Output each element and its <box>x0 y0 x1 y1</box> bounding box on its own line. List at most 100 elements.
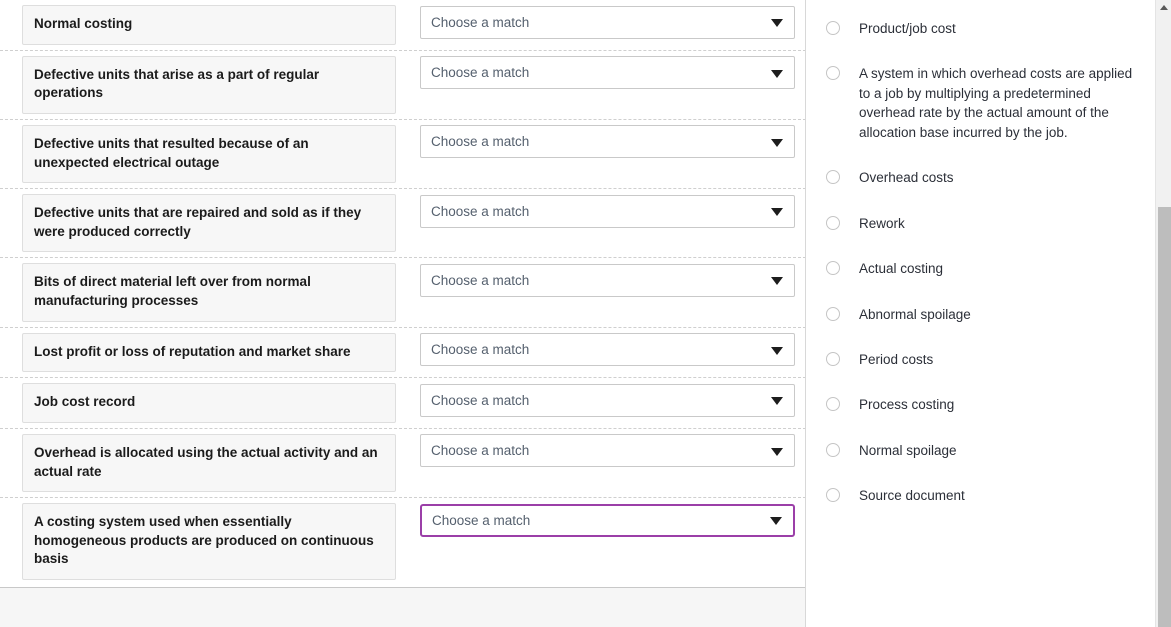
match-select-label: Choose a match <box>431 203 530 219</box>
prompt-text: Normal costing <box>22 5 396 45</box>
prompt-cell: A costing system used when essentially h… <box>0 498 418 585</box>
match-select-cell: Choose a match <box>418 0 806 44</box>
answer-choice-label: A system in which overhead costs are app… <box>859 66 1133 140</box>
radio-button-unchecked-icon[interactable] <box>826 215 840 230</box>
match-select-label: Choose a match <box>431 14 530 30</box>
matching-pair-row: Defective units that arise as a part of … <box>0 51 806 120</box>
match-select[interactable]: Choose a match <box>420 503 795 537</box>
chevron-down-icon <box>771 208 783 217</box>
match-select[interactable]: Choose a match <box>420 5 795 39</box>
prompt-cell: Defective units that arise as a part of … <box>0 51 418 119</box>
matching-pairs-pane: Normal costing Choose a match Defective un… <box>0 0 806 627</box>
match-select[interactable]: Choose a match <box>420 125 795 159</box>
answer-choices-pane: Product/job cost A system in which overhe… <box>806 0 1171 627</box>
answer-choice-item[interactable]: A system in which overhead costs are app… <box>806 51 1155 155</box>
matching-pair-row: Overhead is allocated using the actual a… <box>0 429 806 499</box>
answer-choice-item[interactable]: Product/job cost <box>806 6 1155 51</box>
radio-button-unchecked-icon[interactable] <box>826 21 840 35</box>
answer-choice-item[interactable]: Period costs <box>806 337 1155 382</box>
radio-button-unchecked-icon[interactable] <box>826 261 840 276</box>
match-select-label: Choose a match <box>431 272 530 288</box>
answer-choice-item[interactable]: Normal spoilage <box>806 428 1155 473</box>
match-select-label: Choose a match <box>431 392 530 408</box>
matching-pair-row: Defective units that resulted because of… <box>0 120 806 190</box>
match-select-cell: Choose a match <box>418 51 806 95</box>
page-scrollbar[interactable] <box>1155 0 1171 627</box>
prompt-cell: Lost profit or loss of reputation and ma… <box>0 328 418 378</box>
answer-choice-item[interactable]: Abnormal spoilage <box>806 292 1155 337</box>
radio-button-unchecked-icon[interactable] <box>826 306 840 321</box>
prompt-text: Defective units that resulted because of… <box>22 124 396 184</box>
answer-choice-label: Actual costing <box>859 261 944 277</box>
chevron-down-icon <box>771 277 783 286</box>
chevron-down-icon <box>771 346 783 355</box>
matching-question-screen: Normal costing Choose a match Defective un… <box>0 0 1171 627</box>
answer-choice-item[interactable]: Actual costing <box>806 246 1155 291</box>
prompt-text: Lost profit or loss of reputation and ma… <box>22 332 396 373</box>
chevron-down-icon <box>770 517 782 526</box>
chevron-down-icon <box>771 69 783 78</box>
prompt-text: Defective units that are repaired and so… <box>22 194 396 253</box>
chevron-down-icon <box>771 19 783 27</box>
answer-choices-list: Product/job cost A system in which overhe… <box>806 0 1155 519</box>
prompt-cell: Defective units that resulted because of… <box>0 120 418 188</box>
match-select[interactable]: Choose a match <box>420 434 795 468</box>
prompt-cell: Overhead is allocated using the actual a… <box>0 429 418 497</box>
match-select-cell: Choose a match <box>418 120 806 164</box>
answer-choice-label: Period costs <box>859 351 934 367</box>
matching-pair-row: Bits of direct material left over from n… <box>0 258 806 328</box>
matching-pair-row: Lost profit or loss of reputation and ma… <box>0 328 806 379</box>
answer-choice-label: Overhead costs <box>859 170 954 186</box>
prompt-text: Overhead is allocated using the actual a… <box>22 433 396 493</box>
matching-pair-row: Job cost record Choose a match <box>0 378 806 429</box>
prompt-text: Job cost record <box>22 383 396 423</box>
match-select-cell: Choose a match <box>418 189 806 233</box>
chevron-down-icon <box>771 397 783 406</box>
prompt-text: A costing system used when essentially h… <box>22 503 396 580</box>
answer-choice-label: Rework <box>859 215 905 231</box>
prompt-text: Defective units that arise as a part of … <box>22 55 396 114</box>
chevron-down-icon <box>771 138 783 147</box>
match-select[interactable]: Choose a match <box>420 263 795 297</box>
radio-button-unchecked-icon[interactable] <box>826 170 840 185</box>
match-select-cell: Choose a match <box>418 378 806 422</box>
match-select-cell: Choose a match <box>418 429 806 473</box>
match-select-cell: Choose a match <box>418 328 806 372</box>
match-select[interactable]: Choose a match <box>420 333 795 367</box>
match-select-label: Choose a match <box>432 512 531 528</box>
scroll-up-arrow-icon[interactable] <box>1159 5 1168 10</box>
radio-button-unchecked-icon[interactable] <box>826 488 840 503</box>
pairs-list: Normal costing Choose a match Defective un… <box>0 0 806 587</box>
answer-choice-item[interactable]: Overhead costs <box>806 155 1155 200</box>
match-select-label: Choose a match <box>431 134 530 150</box>
prompt-cell: Normal costing <box>0 0 418 50</box>
answer-choice-label: Abnormal spoilage <box>859 306 971 322</box>
prompt-cell: Job cost record <box>0 378 418 428</box>
matching-pair-row: Defective units that are repaired and so… <box>0 189 806 259</box>
radio-button-unchecked-icon[interactable] <box>826 66 840 81</box>
prompt-cell: Defective units that are repaired and so… <box>0 189 418 257</box>
answer-choice-label: Product/job cost <box>859 21 956 36</box>
match-select[interactable]: Choose a match <box>420 56 795 90</box>
matching-pair-row: A costing system used when essentially h… <box>0 498 806 585</box>
match-select[interactable]: Choose a match <box>420 383 795 417</box>
prompt-cell: Bits of direct material left over from n… <box>0 258 418 326</box>
scrollbar-thumb[interactable] <box>1158 207 1171 627</box>
match-select-cell: Choose a match <box>418 498 806 542</box>
footer-bar <box>0 587 806 627</box>
answer-choice-label: Normal spoilage <box>859 442 957 458</box>
radio-button-unchecked-icon[interactable] <box>826 351 840 366</box>
answer-choice-item[interactable]: Source document <box>806 473 1155 518</box>
answer-choice-label: Process costing <box>859 397 955 413</box>
chevron-down-icon <box>771 447 783 456</box>
prompt-text: Bits of direct material left over from n… <box>22 263 396 322</box>
answer-choice-item[interactable]: Process costing <box>806 382 1155 427</box>
matching-pair-row: Normal costing Choose a match <box>0 0 806 51</box>
match-select[interactable]: Choose a match <box>420 194 795 228</box>
match-select-label: Choose a match <box>431 342 530 358</box>
radio-button-unchecked-icon[interactable] <box>826 442 840 457</box>
answer-choice-label: Source document <box>859 488 965 504</box>
radio-button-unchecked-icon[interactable] <box>826 397 840 412</box>
match-select-label: Choose a match <box>431 443 530 459</box>
answer-choice-item[interactable]: Rework <box>806 201 1155 246</box>
